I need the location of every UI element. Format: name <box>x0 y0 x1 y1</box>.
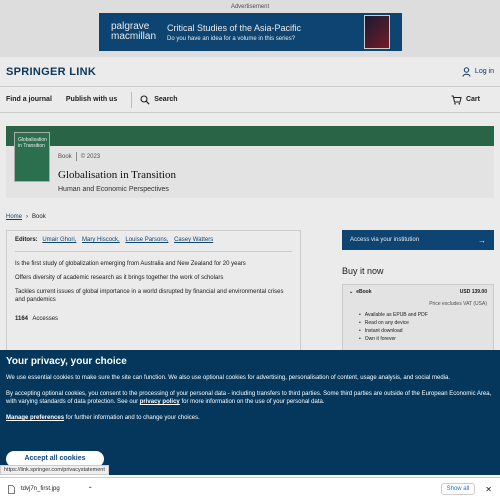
cookie-text-manage: Manage preferences for further informati… <box>6 414 494 422</box>
publish-link[interactable]: Publish with us <box>66 96 117 103</box>
book-header: Globalisation in Transition Book © 2023 … <box>6 126 494 198</box>
cart-icon <box>451 95 462 105</box>
editor-link[interactable]: Umair Ghori, <box>42 237 76 243</box>
key-point: Offers diversity of academic research as… <box>15 275 224 281</box>
login-link[interactable]: Log in <box>462 66 494 77</box>
editor-link[interactable]: Casey Watters <box>174 237 213 243</box>
feature-item: Instant download <box>359 327 487 335</box>
accesses-label: Accesses <box>32 316 59 322</box>
ad-title: Critical Studies of the Asia-Pacific <box>167 22 302 33</box>
file-icon <box>8 484 15 494</box>
feature-item: Available as EPUB and PDF <box>359 311 487 319</box>
cookie-banner: Your privacy, your choice We use essenti… <box>0 350 500 475</box>
status-bar-url: https://link.springer.com/privacystateme… <box>0 465 109 475</box>
cart-label: Cart <box>465 96 480 103</box>
ad-strip: Advertisement palgrave macmillan Critica… <box>0 0 500 57</box>
download-item[interactable]: tdvj7n_first.jpg <box>8 484 60 494</box>
book-meta: Book © 2023 <box>58 152 100 161</box>
book-cover: Globalisation in Transition <box>14 132 50 182</box>
login-label: Log in <box>474 68 494 75</box>
format-label: eBook <box>356 289 372 295</box>
ebook-features: Available as EPUB and PDF Read on any de… <box>359 311 487 343</box>
search-icon <box>140 94 150 105</box>
breadcrumb-current: Book <box>32 214 46 220</box>
download-filename: tdvj7n_first.jpg <box>21 486 60 492</box>
editor-link[interactable]: Mary Hiscock, <box>82 237 120 243</box>
find-journal-link[interactable]: Find a journal <box>6 96 52 103</box>
ad-book-cover <box>364 15 390 49</box>
feature-item: Read on any device <box>359 319 487 327</box>
manage-preferences-link[interactable]: Manage preferences <box>6 415 64 421</box>
ad-banner[interactable]: palgrave macmillan Critical Studies of t… <box>99 13 402 51</box>
ad-brand: palgrave macmillan <box>111 22 161 42</box>
breadcrumb: Home › Book <box>6 214 46 220</box>
user-icon <box>462 66 471 77</box>
vat-note: Price excludes VAT (USA) <box>429 301 487 307</box>
cookie-title: Your privacy, your choice <box>6 356 127 367</box>
key-point: Tackles current issues of global importa… <box>15 289 284 303</box>
breadcrumb-home[interactable]: Home <box>6 214 22 220</box>
ebook-toggle[interactable]: ⌄ eBook USD 139.00 <box>349 289 487 295</box>
book-info-box: Editors: Umair Ghori, Mary Hiscock, Loui… <box>6 230 301 360</box>
accesses-count: 1164 <box>15 316 29 322</box>
chevron-right-icon: › <box>26 214 29 220</box>
publication-year: © 2023 <box>80 153 101 160</box>
cookie-text-essential: We use essential cookies to make sure th… <box>6 375 451 381</box>
editor-link[interactable]: Louise Parsons, <box>125 237 168 243</box>
privacy-policy-link[interactable]: privacy policy <box>140 399 180 405</box>
site-header: SPRINGER LINK Log in <box>0 57 500 87</box>
accesses-metric: 1164 Accesses <box>15 316 292 322</box>
ad-brand-line2: macmillan <box>111 31 157 42</box>
ad-label: Advertisement <box>230 4 270 10</box>
editors-label: Editors: <box>15 237 38 243</box>
cart-button[interactable]: Cart <box>451 95 494 105</box>
access-institution-button[interactable]: Access via your institution → <box>342 230 494 250</box>
show-all-button[interactable]: Show all <box>440 483 476 495</box>
meta-divider <box>75 152 77 161</box>
book-subtitle: Human and Economic Perspectives <box>58 186 169 193</box>
nav-divider <box>131 91 133 108</box>
buy-now-heading: Buy it now <box>342 266 384 276</box>
ebook-purchase-box: ⌄ eBook USD 139.00 Price excludes VAT (U… <box>342 284 494 354</box>
book-title: Globalisation in Transition <box>58 169 176 181</box>
search-button[interactable]: Search <box>140 94 191 105</box>
springer-link-logo[interactable]: SPRINGER LINK <box>6 66 96 78</box>
main-nav: Find a journal Publish with us Search Ca… <box>0 87 500 113</box>
feature-item: Own it forever <box>359 335 487 343</box>
access-institution-label: Access via your institution <box>350 237 420 243</box>
ebook-price: USD 139.00 <box>459 289 487 295</box>
downloads-bar: tdvj7n_first.jpg ⌃ Show all ✕ <box>0 477 500 500</box>
chevron-down-icon: ⌄ <box>349 289 354 295</box>
manage-text: for further information and to change yo… <box>64 415 200 421</box>
cover-title: Globalisation in Transition <box>18 137 47 149</box>
key-points: Is the first study of globalization emer… <box>15 260 292 304</box>
ad-text: Critical Studies of the Asia-Pacific Do … <box>167 23 364 42</box>
cookie-text-consent: By accepting optional cookies, you conse… <box>6 390 494 406</box>
cookie-consent-text-end: for more information on the use of your … <box>179 399 325 405</box>
editors-line: Editors: Umair Ghori, Mary Hiscock, Loui… <box>15 237 292 252</box>
close-icon[interactable]: ✕ <box>485 485 492 494</box>
search-label: Search <box>154 96 178 103</box>
key-point: Is the first study of globalization emer… <box>15 261 246 267</box>
ad-subtitle: Do you have an idea for a volume in this… <box>167 35 296 42</box>
content-type: Book <box>58 153 72 160</box>
chevron-up-icon[interactable]: ⌃ <box>88 486 93 493</box>
arrow-right-icon: → <box>478 235 486 245</box>
